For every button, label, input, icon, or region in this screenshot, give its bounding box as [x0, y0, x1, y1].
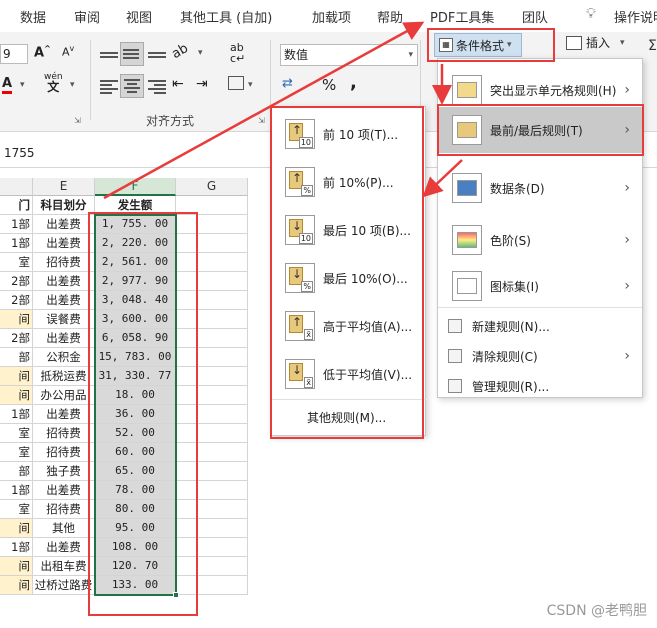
- annotation-arrows: [103, 21, 463, 200]
- watermark: CSDN @老鸭胆: [546, 603, 647, 619]
- arrow-to-cf-button: [103, 21, 425, 200]
- arrow-to-submenu: [422, 159, 463, 198]
